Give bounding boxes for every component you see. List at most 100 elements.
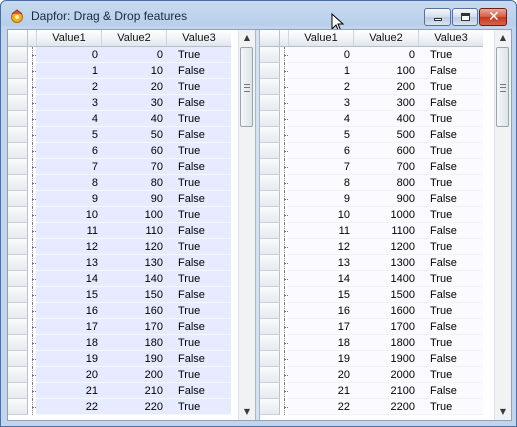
- cell-value3[interactable]: True: [166, 367, 231, 383]
- cell-value3[interactable]: False: [166, 95, 231, 111]
- cell-value1[interactable]: 6: [36, 143, 101, 159]
- table-row[interactable]: 16 1600 True: [260, 303, 483, 319]
- cell-value1[interactable]: 11: [288, 223, 353, 239]
- cell-value1[interactable]: 13: [36, 255, 101, 271]
- row-selector[interactable]: [8, 191, 28, 207]
- cell-value1[interactable]: 5: [36, 127, 101, 143]
- row-selector[interactable]: [260, 207, 280, 223]
- cell-value1[interactable]: 1: [36, 63, 101, 79]
- table-row[interactable]: 2 20 True: [8, 79, 231, 95]
- cell-value3[interactable]: False: [166, 351, 231, 367]
- close-button[interactable]: ✕: [479, 8, 507, 26]
- cell-value2[interactable]: 2100: [353, 383, 418, 399]
- cell-value2[interactable]: 30: [101, 95, 166, 111]
- right-vertical-scrollbar[interactable]: ▲ ▼: [494, 30, 511, 420]
- cell-value3[interactable]: True: [418, 47, 483, 63]
- cell-value1[interactable]: 12: [288, 239, 353, 255]
- table-row[interactable]: 12 1200 True: [260, 239, 483, 255]
- cell-value2[interactable]: 160: [101, 303, 166, 319]
- cell-value2[interactable]: 200: [101, 367, 166, 383]
- scroll-down-arrow-icon[interactable]: ▼: [495, 404, 511, 420]
- cell-value2[interactable]: 1000: [353, 207, 418, 223]
- cell-value3[interactable]: False: [166, 127, 231, 143]
- table-row[interactable]: 4 40 True: [8, 111, 231, 127]
- table-row[interactable]: 8 80 True: [8, 175, 231, 191]
- table-row[interactable]: 11 110 False: [8, 223, 231, 239]
- row-selector[interactable]: [260, 367, 280, 383]
- table-row[interactable]: 6 60 True: [8, 143, 231, 159]
- cell-value3[interactable]: True: [166, 175, 231, 191]
- row-selector[interactable]: [260, 191, 280, 207]
- cell-value3[interactable]: True: [166, 207, 231, 223]
- cell-value3[interactable]: True: [166, 79, 231, 95]
- table-row[interactable]: 20 200 True: [8, 367, 231, 383]
- column-header-value3[interactable]: Value3: [418, 30, 483, 46]
- cell-value2[interactable]: 400: [353, 111, 418, 127]
- row-selector[interactable]: [8, 367, 28, 383]
- cell-value3[interactable]: False: [418, 287, 483, 303]
- table-row[interactable]: 14 140 True: [8, 271, 231, 287]
- cell-value1[interactable]: 17: [36, 319, 101, 335]
- cell-value1[interactable]: 18: [36, 335, 101, 351]
- table-row[interactable]: 10 100 True: [8, 207, 231, 223]
- row-selector[interactable]: [8, 63, 28, 79]
- row-selector[interactable]: [8, 255, 28, 271]
- table-row[interactable]: 5 500 False: [260, 127, 483, 143]
- cell-value3[interactable]: True: [166, 143, 231, 159]
- cell-value3[interactable]: True: [166, 239, 231, 255]
- cell-value3[interactable]: False: [166, 255, 231, 271]
- cell-value2[interactable]: 190: [101, 351, 166, 367]
- cell-value3[interactable]: True: [166, 47, 231, 63]
- cell-value3[interactable]: False: [418, 255, 483, 271]
- row-selector[interactable]: [260, 383, 280, 399]
- cell-value3[interactable]: True: [166, 271, 231, 287]
- row-selector[interactable]: [260, 63, 280, 79]
- cell-value3[interactable]: False: [166, 383, 231, 399]
- cell-value3[interactable]: True: [418, 175, 483, 191]
- cell-value1[interactable]: 8: [288, 175, 353, 191]
- cell-value2[interactable]: 900: [353, 191, 418, 207]
- row-selector[interactable]: [260, 111, 280, 127]
- cell-value1[interactable]: 0: [36, 47, 101, 63]
- cell-value3[interactable]: True: [166, 111, 231, 127]
- right-grid[interactable]: Value1 Value2 Value3 0 0 True 1 100 False 2 200…: [260, 30, 511, 420]
- row-selector[interactable]: [260, 335, 280, 351]
- row-selector[interactable]: [8, 143, 28, 159]
- table-row[interactable]: 9 900 False: [260, 191, 483, 207]
- cell-value3[interactable]: False: [166, 223, 231, 239]
- cell-value2[interactable]: 2200: [353, 399, 418, 415]
- cell-value1[interactable]: 15: [288, 287, 353, 303]
- row-selector[interactable]: [8, 399, 28, 415]
- cell-value2[interactable]: 1600: [353, 303, 418, 319]
- minimize-button[interactable]: [424, 8, 451, 26]
- row-selector[interactable]: [8, 271, 28, 287]
- cell-value2[interactable]: 1100: [353, 223, 418, 239]
- table-row[interactable]: 21 210 False: [8, 383, 231, 399]
- row-selector[interactable]: [260, 127, 280, 143]
- table-row[interactable]: 13 1300 False: [260, 255, 483, 271]
- cell-value2[interactable]: 40: [101, 111, 166, 127]
- row-selector[interactable]: [8, 47, 28, 63]
- row-selector[interactable]: [260, 95, 280, 111]
- row-selector[interactable]: [8, 95, 28, 111]
- cell-value3[interactable]: False: [418, 351, 483, 367]
- cell-value2[interactable]: 200: [353, 79, 418, 95]
- row-selector[interactable]: [8, 335, 28, 351]
- cell-value3[interactable]: True: [166, 335, 231, 351]
- scroll-up-arrow-icon[interactable]: ▲: [495, 30, 511, 46]
- cell-value3[interactable]: False: [418, 127, 483, 143]
- cell-value1[interactable]: 10: [36, 207, 101, 223]
- table-row[interactable]: 13 130 False: [8, 255, 231, 271]
- row-selector[interactable]: [8, 351, 28, 367]
- row-selector[interactable]: [260, 47, 280, 63]
- maximize-button[interactable]: [452, 8, 478, 26]
- cell-value2[interactable]: 1900: [353, 351, 418, 367]
- cell-value2[interactable]: 300: [353, 95, 418, 111]
- column-header-value2[interactable]: Value2: [101, 30, 166, 46]
- cell-value2[interactable]: 80: [101, 175, 166, 191]
- cell-value1[interactable]: 3: [36, 95, 101, 111]
- cell-value3[interactable]: False: [418, 63, 483, 79]
- row-selector[interactable]: [260, 351, 280, 367]
- cell-value3[interactable]: False: [418, 319, 483, 335]
- table-row[interactable]: 18 1800 True: [260, 335, 483, 351]
